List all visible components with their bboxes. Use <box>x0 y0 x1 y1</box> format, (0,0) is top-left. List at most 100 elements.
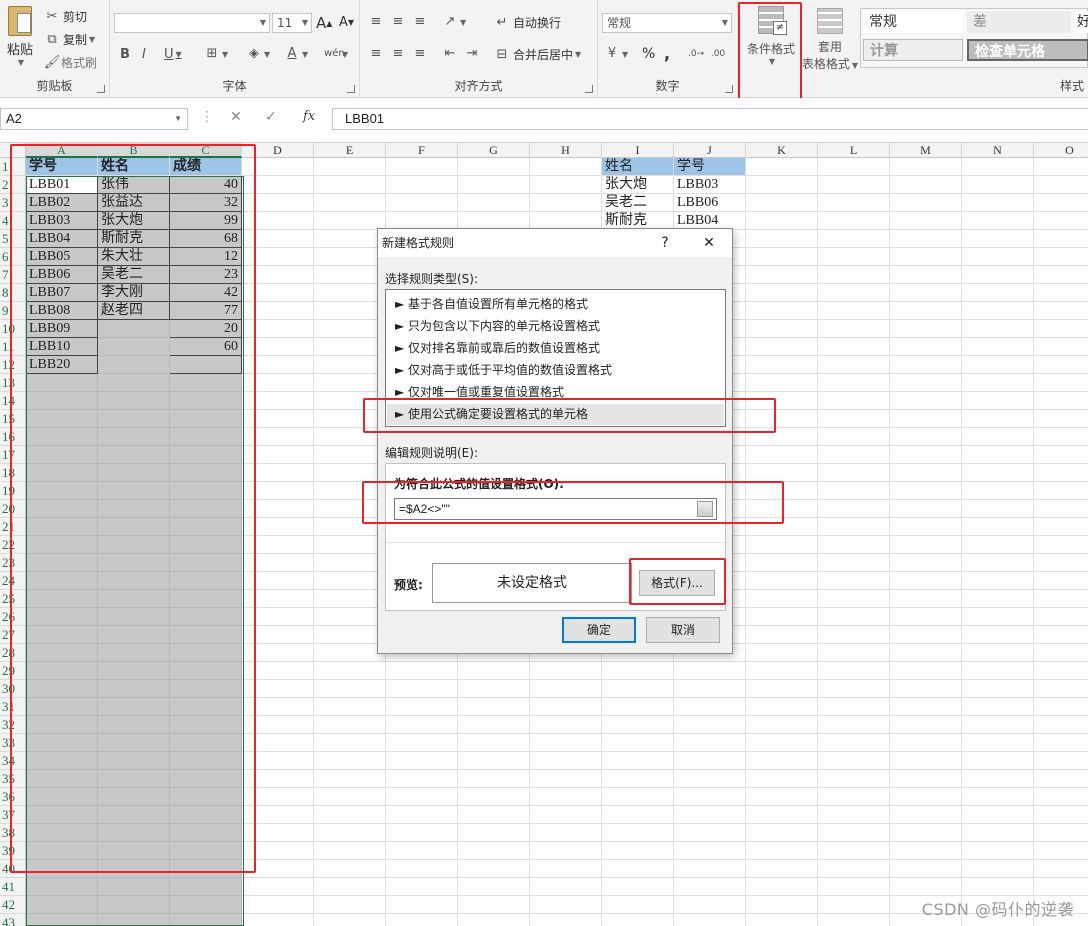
cell[interactable] <box>674 896 746 914</box>
cell[interactable] <box>530 752 602 770</box>
cell[interactable] <box>746 554 818 572</box>
cell[interactable] <box>1034 410 1088 428</box>
cell[interactable] <box>890 698 962 716</box>
cell[interactable] <box>602 824 674 842</box>
cell[interactable] <box>242 896 314 914</box>
cell[interactable] <box>26 716 98 734</box>
cell[interactable] <box>242 176 314 194</box>
cell[interactable] <box>890 446 962 464</box>
merge-center-button[interactable]: ⊟ 合并后居中 ▼ <box>494 46 582 63</box>
cell[interactable] <box>962 626 1034 644</box>
column-header[interactable]: I <box>602 143 674 158</box>
format-button[interactable]: 格式(F)... <box>639 570 715 596</box>
decrease-decimal-button[interactable]: .00 <box>710 46 726 62</box>
rule-type-item[interactable]: ► 基于各自值设置所有单元格的格式 <box>387 294 724 315</box>
cell[interactable] <box>26 788 98 806</box>
lookup-data-cell[interactable]: 吴老二 <box>602 194 674 212</box>
cell[interactable] <box>242 806 314 824</box>
cell[interactable] <box>1034 734 1088 752</box>
cell[interactable] <box>170 734 242 752</box>
row-header[interactable]: 5 <box>0 230 26 248</box>
cell[interactable] <box>98 752 170 770</box>
cell[interactable] <box>242 230 314 248</box>
paste-button[interactable]: 粘贴 ▼ <box>4 6 36 67</box>
cell[interactable] <box>386 878 458 896</box>
row-header[interactable]: 17 <box>0 446 26 464</box>
cell[interactable] <box>890 752 962 770</box>
row-header[interactable]: 34 <box>0 752 26 770</box>
cell[interactable] <box>890 320 962 338</box>
cell[interactable] <box>818 788 890 806</box>
row-header[interactable]: 37 <box>0 806 26 824</box>
cell[interactable] <box>242 914 314 926</box>
orientation-button[interactable]: ↗ ▼ <box>442 14 467 30</box>
cell[interactable] <box>98 428 170 446</box>
cell[interactable] <box>818 716 890 734</box>
cell[interactable] <box>890 824 962 842</box>
cell[interactable] <box>674 770 746 788</box>
cell[interactable] <box>890 788 962 806</box>
rule-type-item[interactable]: ► 只为包含以下内容的单元格设置格式 <box>387 316 724 337</box>
cell[interactable] <box>458 842 530 860</box>
cell[interactable] <box>242 428 314 446</box>
row-header[interactable]: 21 <box>0 518 26 536</box>
cell[interactable] <box>242 248 314 266</box>
row-header[interactable]: 8 <box>0 284 26 302</box>
decrease-indent-button[interactable]: ⇤ <box>442 46 458 62</box>
cell[interactable] <box>26 896 98 914</box>
bold-button[interactable]: B <box>120 47 130 62</box>
cell[interactable] <box>170 446 242 464</box>
cell[interactable] <box>1034 194 1088 212</box>
cell[interactable] <box>26 806 98 824</box>
lookup-data-cell[interactable]: LBB03 <box>674 176 746 194</box>
cell[interactable] <box>170 896 242 914</box>
cell[interactable] <box>458 752 530 770</box>
cell[interactable] <box>890 608 962 626</box>
cell[interactable] <box>530 860 602 878</box>
cell[interactable] <box>242 212 314 230</box>
cell[interactable] <box>170 626 242 644</box>
alignment-launcher-icon[interactable] <box>585 85 593 93</box>
align-center-button[interactable]: ≡ <box>390 46 406 62</box>
cell-style-good[interactable]: 好 <box>1075 11 1088 33</box>
table-data-cell[interactable]: 张大炮 <box>98 212 170 230</box>
table-data-cell[interactable]: LBB05 <box>26 248 98 266</box>
cell[interactable] <box>386 716 458 734</box>
cell[interactable] <box>746 662 818 680</box>
cell[interactable] <box>602 914 674 926</box>
cell[interactable] <box>170 536 242 554</box>
cell[interactable] <box>98 644 170 662</box>
column-header[interactable]: O <box>1034 143 1088 158</box>
cell[interactable] <box>242 572 314 590</box>
cell[interactable] <box>170 662 242 680</box>
cell[interactable] <box>602 680 674 698</box>
cell[interactable] <box>890 158 962 176</box>
cell[interactable] <box>530 842 602 860</box>
cell[interactable] <box>746 500 818 518</box>
cell[interactable] <box>746 230 818 248</box>
cell[interactable] <box>170 644 242 662</box>
cell[interactable] <box>1034 536 1088 554</box>
cell[interactable] <box>890 482 962 500</box>
row-header[interactable]: 28 <box>0 644 26 662</box>
cell[interactable] <box>458 788 530 806</box>
cell[interactable] <box>890 734 962 752</box>
row-header[interactable]: 35 <box>0 770 26 788</box>
cell[interactable] <box>602 734 674 752</box>
cell[interactable] <box>818 320 890 338</box>
column-header[interactable]: N <box>962 143 1034 158</box>
phonetic-button[interactable]: wén ▼ <box>324 46 348 62</box>
cell[interactable] <box>674 698 746 716</box>
cell[interactable] <box>1034 860 1088 878</box>
fill-color-button[interactable]: ◈ ▼ <box>246 46 270 62</box>
cell[interactable] <box>242 392 314 410</box>
cell[interactable] <box>890 662 962 680</box>
cell[interactable] <box>818 590 890 608</box>
cell[interactable] <box>962 338 1034 356</box>
table-data-cell[interactable] <box>170 356 242 374</box>
cell[interactable] <box>674 752 746 770</box>
cell[interactable] <box>530 770 602 788</box>
cell[interactable] <box>98 788 170 806</box>
cell[interactable] <box>242 770 314 788</box>
cell[interactable] <box>890 536 962 554</box>
